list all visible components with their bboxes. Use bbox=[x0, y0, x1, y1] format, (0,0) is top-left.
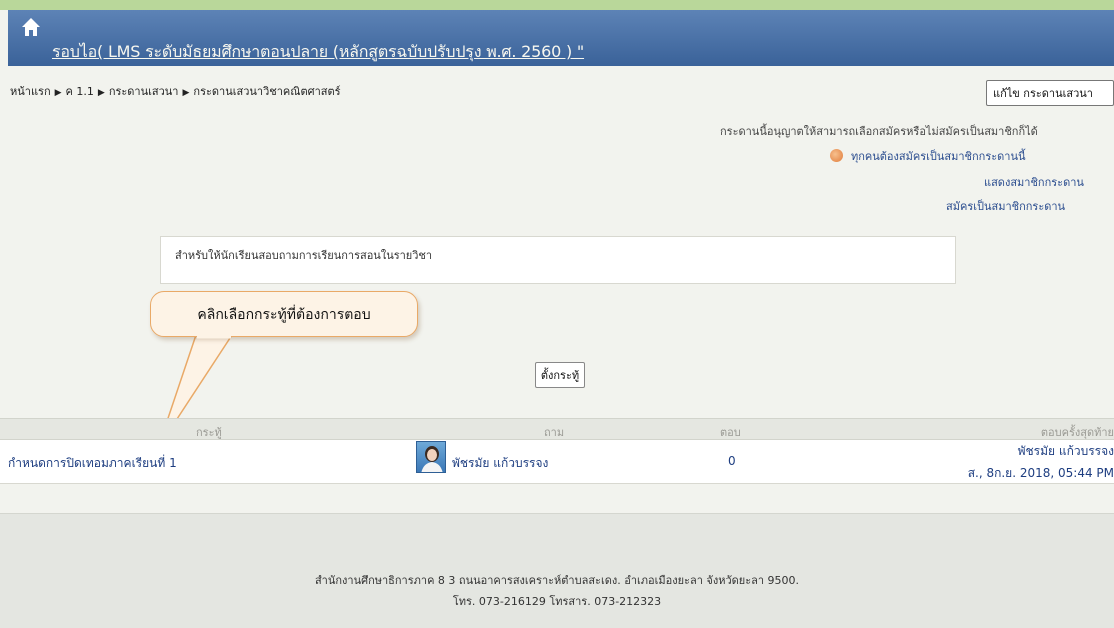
discussion-table: กระทู้ ถาม ตอบ ตอบครั้งสุดท้าย กำหนดการป… bbox=[0, 418, 1114, 484]
breadcrumb-home[interactable]: หน้าแรก bbox=[10, 85, 51, 98]
subscribe-link[interactable]: สมัครเป็นสมาชิกกระดาน bbox=[946, 197, 1114, 215]
site-header: รอบไอ( LMS ระดับมัธยมศึกษาตอนปลาย (หลักส… bbox=[8, 10, 1114, 66]
table-row: กำหนดการปิดเทอมภาคเรียนที่ 1 พัชรมัย แก้… bbox=[0, 440, 1114, 484]
header-replies: ตอบ bbox=[720, 426, 741, 439]
footer-address: สำนักงานศึกษาธิการภาค 8 3 ถนนอาคารสงเครา… bbox=[314, 574, 800, 587]
site-title[interactable]: รอบไอ( LMS ระดับมัธยมศึกษาตอนปลาย (หลักส… bbox=[52, 40, 584, 65]
breadcrumb-separator-icon: ▶ bbox=[97, 88, 105, 98]
reply-count[interactable]: 0 bbox=[728, 454, 736, 468]
page-footer: สำนักงานศึกษาธิการภาค 8 3 ถนนอาคารสงเครา… bbox=[0, 513, 1114, 628]
forced-subscription-row: ทุกคนต้องสมัครเป็นสมาชิกกระดานนี้ bbox=[830, 147, 1114, 165]
subscription-notice: กระดานนี้อนุญาตให้สามารถเลือกสมัครหรือไม… bbox=[720, 125, 1038, 138]
forum-intro-text: สำหรับให้นักเรียนสอบถามการเรียนการสอนในร… bbox=[175, 249, 433, 262]
annotation-callout: คลิกเลือกกระทู้ที่ต้องการตอบ bbox=[150, 291, 418, 337]
author-link[interactable]: พัชรมัย แก้วบรรจง bbox=[452, 454, 548, 473]
last-post-author-link[interactable]: พัชรมัย แก้วบรรจง bbox=[968, 442, 1114, 461]
forum-intro-box: สำหรับให้นักเรียนสอบถามการเรียนการสอนในร… bbox=[160, 236, 956, 284]
breadcrumb: หน้าแรก ▶ ค 1.1 ▶ กระดานเสวนา ▶ กระดานเสวนาวิช… bbox=[10, 82, 341, 100]
footer-contact: โทร. 073-216129 โทรสาร. 073-212323 bbox=[452, 595, 662, 608]
callout-text: คลิกเลือกกระทู้ที่ต้องการตอบ bbox=[197, 307, 371, 323]
last-post-date-link[interactable]: ส., 8ก.ย. 2018, 05:44 PM bbox=[968, 464, 1114, 483]
last-post-cell: พัชรมัย แก้วบรรจง ส., 8ก.ย. 2018, 05:44 … bbox=[968, 442, 1114, 483]
header-topic: กระทู้ bbox=[196, 426, 222, 439]
breadcrumb-course[interactable]: ค 1.1 bbox=[66, 85, 94, 98]
breadcrumb-forums[interactable]: กระดานเสวนา bbox=[109, 85, 179, 98]
avatar[interactable] bbox=[416, 441, 446, 473]
top-accent-strip bbox=[0, 0, 1114, 10]
edit-forum-button[interactable]: แก้ไข กระดานเสวนา bbox=[986, 80, 1114, 106]
table-header: กระทู้ ถาม ตอบ ตอบครั้งสุดท้าย bbox=[0, 418, 1114, 440]
breadcrumb-separator-icon: ▶ bbox=[182, 88, 190, 98]
home-icon[interactable] bbox=[20, 16, 42, 38]
warning-circle-icon bbox=[830, 149, 843, 162]
breadcrumb-separator-icon: ▶ bbox=[54, 88, 62, 98]
forced-subscription-link[interactable]: ทุกคนต้องสมัครเป็นสมาชิกกระดานนี้ bbox=[851, 150, 1026, 163]
discussion-topic-link[interactable]: กำหนดการปิดเทอมภาคเรียนที่ 1 bbox=[8, 454, 177, 473]
breadcrumb-current: กระดานเสวนาวิชาคณิตศาสตร์ bbox=[193, 85, 341, 98]
add-discussion-button[interactable]: ตั้งกระทู้ bbox=[535, 362, 585, 388]
show-members-link[interactable]: แสดงสมาชิกกระดาน bbox=[984, 173, 1114, 191]
header-author: ถาม bbox=[544, 426, 565, 439]
header-last-post: ตอบครั้งสุดท้าย bbox=[1040, 426, 1114, 439]
